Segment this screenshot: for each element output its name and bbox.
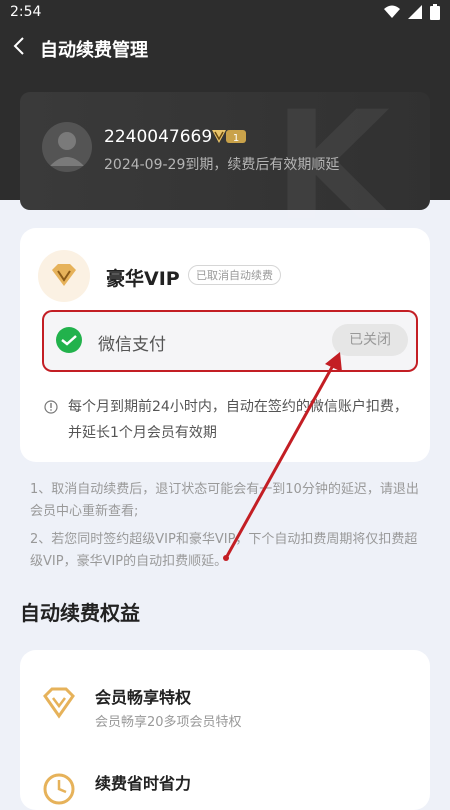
page-title: 自动续费管理 (40, 40, 148, 61)
clock-icon (43, 773, 75, 805)
benefits-card: 会员畅享特权 会员畅享20多项会员特权 续费省时省力 (20, 650, 430, 810)
payment-label: 微信支付 (98, 335, 166, 355)
battery-icon (430, 4, 440, 20)
benefits-title: 自动续费权益 (20, 601, 140, 625)
expire-text: 2024-09-29到期，续费后有效期顺延 (104, 157, 340, 173)
closed-button[interactable]: 已关闭 (332, 324, 408, 356)
diamond-icon (43, 687, 75, 719)
plan-card: 豪华VIP 已取消自动续费 微信支付 已关闭 每个月到期前24小时内，自动在签约… (20, 228, 430, 462)
user-id: 2240047669 (104, 127, 213, 147)
avatar[interactable] (42, 122, 92, 172)
signal-icon (408, 5, 422, 19)
info-icon (44, 400, 58, 414)
nav-bar: 自动续费管理 (0, 26, 450, 70)
benefit-title: 会员畅享特权 (95, 688, 192, 707)
back-icon[interactable] (12, 36, 26, 56)
status-time: 2:54 (10, 4, 42, 20)
plan-title: 豪华VIP (106, 268, 180, 290)
renewal-note-text: 每个月到期前24小时内，自动在签约的微信账户扣费，并延长1个月会员有效期 (68, 399, 408, 441)
benefit-title: 续费省时省力 (95, 774, 192, 793)
wechat-pay-icon (56, 327, 82, 353)
user-card: K 2240047669 1 2024-09-29到期，续费后有效期顺延 (20, 92, 430, 242)
vip-level: 1 (233, 133, 239, 144)
benefit-desc: 会员畅享20多项会员特权 (95, 715, 242, 730)
status-icons (384, 4, 440, 20)
wifi-icon (384, 5, 400, 18)
diamond-icon (52, 264, 76, 286)
status-badge: 已取消自动续费 (188, 265, 281, 285)
tip-1: 1、取消自动续费后，退订状态可能会有一到10分钟的延迟，请退出会员中心重新查看; (30, 482, 419, 519)
avatar-placeholder-icon (50, 132, 84, 166)
payment-row: 微信支付 已关闭 (44, 312, 416, 370)
status-bar: 2:54 (0, 0, 450, 26)
vip-level-badge-icon: 1 (212, 130, 246, 144)
vip-icon-wrap (38, 250, 90, 302)
tip-2: 2、若您同时签约超级VIP和豪华VIP，下个自动扣费周期将仅扣费超级VIP，豪华… (30, 532, 418, 569)
